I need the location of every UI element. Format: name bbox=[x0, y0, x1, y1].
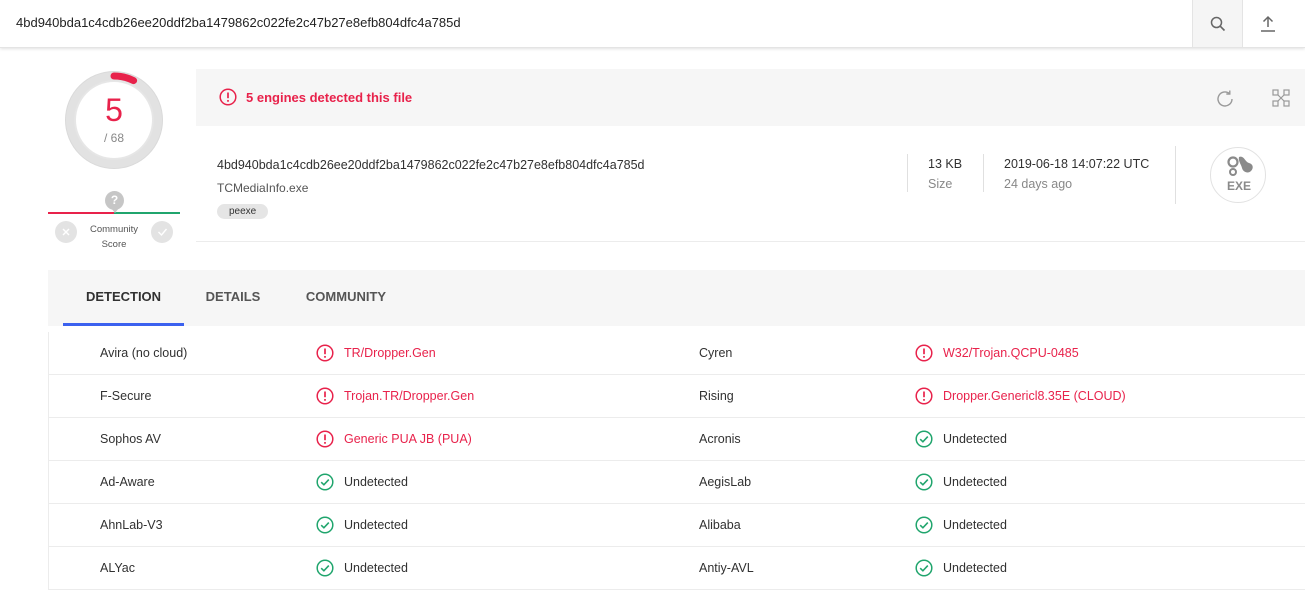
detection-result: Dropper.Genericl8.35E (CLOUD) bbox=[943, 389, 1126, 403]
tab-detection[interactable]: DETECTION bbox=[63, 270, 184, 326]
vote-harmless-button[interactable] bbox=[151, 221, 173, 243]
search-input[interactable]: 4bd940bda1c4cdb26ee20ddf2ba1479862c022fe… bbox=[16, 15, 461, 30]
table-row: Avira (no cloud) TR/Dropper.Gen Cyren W32/T… bbox=[48, 332, 1305, 375]
close-icon bbox=[62, 228, 70, 236]
detection-result: Undetected bbox=[344, 561, 408, 575]
table-row: AhnLab-V3 Undetected Alibaba Undetected bbox=[48, 504, 1305, 547]
alert-icon bbox=[219, 88, 237, 106]
detection-result: Undetected bbox=[943, 475, 1007, 489]
file-tag[interactable]: peexe bbox=[217, 204, 269, 219]
question-icon: ? bbox=[105, 191, 124, 213]
table-row: F-Secure Trojan.TR/Dropper.Gen Rising Dropp… bbox=[48, 375, 1305, 418]
engine-name: Sophos AV bbox=[100, 432, 161, 446]
divider bbox=[1175, 146, 1176, 204]
file-size-label: Size bbox=[928, 177, 953, 191]
community-bar-malicious bbox=[48, 212, 114, 214]
community-bar-harmless bbox=[114, 212, 180, 214]
table-row: ALYac Undetected Antiy-AVL Undetected bbox=[48, 547, 1305, 590]
detection-result: Undetected bbox=[344, 475, 408, 489]
file-type-icon: EXE bbox=[1210, 147, 1266, 203]
detection-result: Undetected bbox=[943, 432, 1007, 446]
detection-result: Trojan.TR/Dropper.Gen bbox=[344, 389, 475, 403]
scan-date-relative: 24 days ago bbox=[1004, 177, 1073, 191]
engine-name: Cyren bbox=[699, 346, 733, 360]
check-circle-icon bbox=[915, 473, 933, 491]
alert-icon bbox=[316, 430, 334, 448]
community-score-label: Community Score bbox=[89, 224, 139, 250]
detection-result: TR/Dropper.Gen bbox=[344, 346, 436, 360]
engine-name: ALYac bbox=[100, 561, 135, 575]
gears-icon bbox=[1227, 156, 1253, 176]
detection-summary: 5 engines detected this file bbox=[246, 90, 413, 105]
detection-result: Undetected bbox=[943, 518, 1007, 532]
detection-result: Undetected bbox=[943, 561, 1007, 575]
check-circle-icon bbox=[316, 516, 334, 534]
table-row: Ad-Aware Undetected AegisLab Undetected bbox=[48, 461, 1305, 504]
check-circle-icon bbox=[915, 559, 933, 577]
check-circle-icon bbox=[915, 430, 933, 448]
check-circle-icon bbox=[316, 473, 334, 491]
reanalyze-icon[interactable] bbox=[1214, 88, 1236, 110]
engine-name: Acronis bbox=[699, 432, 741, 446]
divider bbox=[983, 154, 984, 192]
file-info-panel: 4bd940bda1c4cdb26ee20ddf2ba1479862c022fe… bbox=[196, 126, 1305, 242]
engine-name: Avira (no cloud) bbox=[100, 346, 188, 360]
detection-banner: 5 engines detected this file bbox=[196, 69, 1305, 126]
top-search-bar: 4bd940bda1c4cdb26ee20ddf2ba1479862c022fe… bbox=[0, 0, 1305, 48]
detection-result: Undetected bbox=[344, 518, 408, 532]
divider bbox=[907, 154, 908, 192]
detection-result: Generic PUA JB (PUA) bbox=[344, 432, 472, 446]
community-score: ? Community Score bbox=[48, 186, 180, 252]
engine-total: / 68 bbox=[103, 131, 124, 145]
engine-name: AhnLab-V3 bbox=[100, 518, 163, 532]
tab-bar: DETECTION DETAILS COMMUNITY bbox=[48, 270, 1305, 326]
file-name: TCMediaInfo.exe bbox=[217, 181, 309, 195]
tab-community[interactable]: COMMUNITY bbox=[293, 270, 399, 326]
upload-button[interactable] bbox=[1242, 0, 1292, 47]
engine-name: Antiy-AVL bbox=[699, 561, 754, 575]
upload-icon bbox=[1260, 15, 1275, 32]
detection-table: Avira (no cloud) TR/Dropper.Gen Cyren W32/T… bbox=[48, 332, 1305, 590]
check-circle-icon bbox=[915, 516, 933, 534]
file-size: 13 KB bbox=[928, 157, 963, 171]
engine-name: Alibaba bbox=[699, 518, 741, 532]
alert-icon bbox=[915, 344, 933, 362]
table-row: Sophos AV Generic PUA JB (PUA) Acronis Unde… bbox=[48, 418, 1305, 461]
tab-details[interactable]: DETAILS bbox=[194, 270, 272, 326]
check-icon bbox=[157, 228, 167, 237]
vote-malicious-button[interactable] bbox=[55, 221, 77, 243]
detection-count: 5 bbox=[105, 92, 123, 128]
search-icon bbox=[1210, 16, 1225, 31]
alert-icon bbox=[316, 387, 334, 405]
engine-name: F-Secure bbox=[100, 389, 152, 403]
engine-name: AegisLab bbox=[699, 475, 752, 489]
check-circle-icon bbox=[316, 559, 334, 577]
engine-name: Rising bbox=[699, 389, 734, 403]
scan-date: 2019-06-18 14:07:22 UTC bbox=[1004, 157, 1150, 171]
search-button[interactable] bbox=[1192, 0, 1242, 47]
alert-icon bbox=[316, 344, 334, 362]
file-hash: 4bd940bda1c4cdb26ee20ddf2ba1479862c022fe… bbox=[217, 158, 645, 172]
engine-name: Ad-Aware bbox=[100, 475, 155, 489]
detection-result: W32/Trojan.QCPU-0485 bbox=[943, 346, 1079, 360]
similar-files-icon[interactable] bbox=[1271, 88, 1291, 108]
file-type-label: EXE bbox=[1226, 179, 1251, 193]
alert-icon bbox=[915, 387, 933, 405]
